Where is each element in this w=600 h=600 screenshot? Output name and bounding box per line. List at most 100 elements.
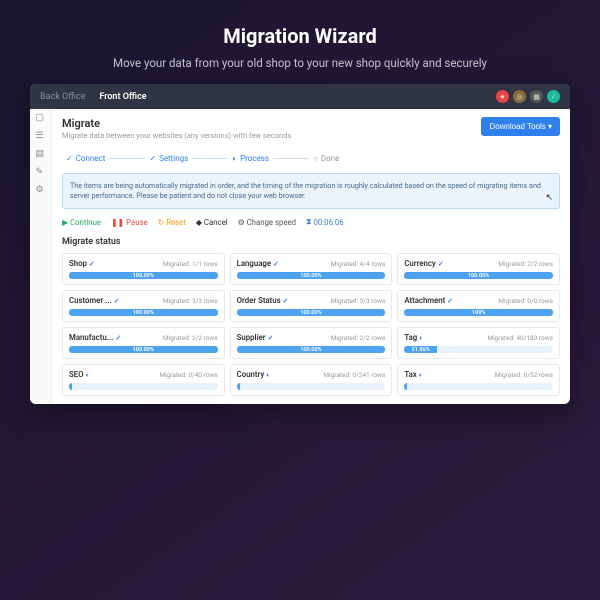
card-title: Tag ◐ bbox=[404, 333, 423, 342]
check-icon: ✓ bbox=[89, 260, 95, 268]
check-icon: ✓ bbox=[149, 154, 156, 163]
card-title: Manufactu... ✓ bbox=[69, 333, 121, 342]
status-card: Attachment ✓ Migrated: 0/0 rows 100% bbox=[397, 290, 560, 322]
grid-icon[interactable]: ▦ bbox=[530, 90, 543, 103]
status-card: Supplier ✓ Migrated: 2/2 rows 100.00% bbox=[230, 327, 393, 359]
elapsed-time: ⧗ 00:06:06 bbox=[306, 217, 344, 227]
status-card: Currency ✓ Migrated: 2/2 rows 100.00% bbox=[397, 253, 560, 285]
card-title: Language ✓ bbox=[237, 259, 279, 268]
status-grid: Shop ✓Migrated: 1/1 rows100.00%Language … bbox=[62, 253, 560, 396]
spinner-icon: ◐ bbox=[419, 334, 423, 342]
cursor-icon: ↖ bbox=[545, 192, 553, 205]
progress-bar: 21.86% bbox=[404, 346, 553, 353]
page-subtitle: Migrate data between your websites (any … bbox=[62, 131, 291, 140]
card-meta: Migrated: 2/2 rows bbox=[163, 334, 218, 342]
card-meta: Migrated: 4/4 rows bbox=[331, 260, 386, 268]
card-title: Tax ◐ bbox=[404, 370, 423, 379]
card-title: Country ◐ bbox=[237, 370, 271, 379]
card-meta: Migrated: 40/183 rows bbox=[487, 334, 553, 342]
progress-bar bbox=[69, 383, 218, 390]
spinner-icon: ◐ bbox=[266, 371, 270, 379]
progress-bar: 100.00% bbox=[69, 309, 218, 316]
cancel-button[interactable]: ◆ Cancel bbox=[196, 218, 228, 227]
card-meta: Migrated: 0/0 rows bbox=[498, 297, 553, 305]
check-icon: ✓ bbox=[447, 297, 453, 305]
status-card: Country ◐ Migrated: 0/241 rows bbox=[230, 364, 393, 396]
list-icon[interactable]: ☰ bbox=[36, 131, 46, 141]
content-area: ▢ ☰ ▤ ✎ ⚙ Migrate Migrate data between y… bbox=[30, 109, 570, 404]
progress-bar: 100% bbox=[404, 309, 553, 316]
status-card: Order Status ✓ Migrated: 3/3 rows 100.00% bbox=[230, 290, 393, 322]
step-process: ◐Process bbox=[232, 154, 269, 163]
app-window: Back Office Front Office ★ ◎ ▦ ✓ ▢ ☰ ▤ ✎… bbox=[30, 84, 570, 404]
card-title: Supplier ✓ bbox=[237, 333, 274, 342]
star-icon[interactable]: ★ bbox=[496, 90, 509, 103]
gear-icon[interactable]: ⚙ bbox=[36, 185, 46, 195]
progress-bar bbox=[237, 383, 386, 390]
main-panel: Migrate Migrate data between your websit… bbox=[52, 109, 570, 404]
status-card: Customer ... ✓ Migrated: 3/3 rows 100.00% bbox=[62, 290, 225, 322]
status-card: Manufactu... ✓ Migrated: 2/2 rows 100.00% bbox=[62, 327, 225, 359]
progress-bar: 100.00% bbox=[404, 272, 553, 279]
tab-icon[interactable]: ▢ bbox=[36, 113, 46, 123]
card-meta: Migrated: 0/241 rows bbox=[323, 371, 385, 379]
card-title: Currency ✓ bbox=[404, 259, 443, 268]
page-title: Migrate bbox=[62, 117, 291, 130]
action-bar: ▶ Continue ❚❚ Pause ↻ Reset ◆ Cancel ⚙ C… bbox=[62, 215, 560, 233]
card-meta: Migrated: 3/3 rows bbox=[331, 297, 386, 305]
hero-title: Migration Wizard bbox=[20, 24, 580, 48]
check-icon: ✓ bbox=[66, 154, 73, 163]
page-header: Migrate Migrate data between your websit… bbox=[62, 117, 560, 140]
card-meta: Migrated: 0/52 rows bbox=[495, 371, 553, 379]
progress-bar: 100.00% bbox=[237, 309, 386, 316]
info-notice: The items are being automatically migrat… bbox=[62, 173, 560, 209]
tab-back-office[interactable]: Back Office bbox=[40, 92, 85, 102]
stepper: ✓Connect ✓Settings ◐Process ○Done bbox=[62, 148, 560, 169]
card-title: Order Status ✓ bbox=[237, 296, 289, 305]
card-title: Attachment ✓ bbox=[404, 296, 453, 305]
badge-icon[interactable]: ◎ bbox=[513, 90, 526, 103]
tab-front-office[interactable]: Front Office bbox=[99, 92, 146, 102]
check-icon[interactable]: ✓ bbox=[547, 90, 560, 103]
circle-icon: ○ bbox=[313, 154, 318, 163]
check-icon: ✓ bbox=[114, 297, 120, 305]
hero-subtitle: Move your data from your old shop to you… bbox=[20, 56, 580, 70]
change-speed-button[interactable]: ⚙ Change speed bbox=[238, 218, 296, 227]
calendar-icon[interactable]: ▤ bbox=[36, 149, 46, 159]
check-icon: ✓ bbox=[273, 260, 279, 268]
spinner-icon: ◐ bbox=[419, 371, 423, 379]
card-title: Customer ... ✓ bbox=[69, 296, 120, 305]
wrench-icon[interactable]: ✎ bbox=[36, 167, 46, 177]
status-card: SEO ◐ Migrated: 0/40 rows bbox=[62, 364, 225, 396]
card-meta: Migrated: 2/2 rows bbox=[331, 334, 386, 342]
card-title: Shop ✓ bbox=[69, 259, 95, 268]
download-tools-button[interactable]: Download Tools ▾ bbox=[481, 117, 560, 136]
progress-bar: 100.00% bbox=[69, 272, 218, 279]
card-meta: Migrated: 3/3 rows bbox=[163, 297, 218, 305]
status-card: Tax ◐ Migrated: 0/52 rows bbox=[397, 364, 560, 396]
status-title: Migrate status bbox=[62, 237, 560, 247]
sidebar: ▢ ☰ ▤ ✎ ⚙ bbox=[30, 109, 52, 404]
card-meta: Migrated: 2/2 rows bbox=[498, 260, 553, 268]
card-meta: Migrated: 1/1 rows bbox=[163, 260, 218, 268]
progress-bar bbox=[404, 383, 553, 390]
step-connect: ✓Connect bbox=[66, 154, 105, 163]
pause-button[interactable]: ❚❚ Pause bbox=[111, 218, 148, 227]
check-icon: ✓ bbox=[283, 297, 289, 305]
status-card: Language ✓ Migrated: 4/4 rows 100.00% bbox=[230, 253, 393, 285]
card-meta: Migrated: 0/40 rows bbox=[159, 371, 217, 379]
continue-button[interactable]: ▶ Continue bbox=[62, 218, 101, 227]
hero: Migration Wizard Move your data from you… bbox=[0, 0, 600, 84]
topbar: Back Office Front Office ★ ◎ ▦ ✓ bbox=[30, 84, 570, 109]
reset-button[interactable]: ↻ Reset bbox=[158, 218, 186, 227]
spinner-icon: ◐ bbox=[86, 371, 90, 379]
spinner-icon: ◐ bbox=[232, 154, 237, 163]
check-icon: ✓ bbox=[115, 334, 121, 342]
status-card: Tag ◐ Migrated: 40/183 rows 21.86% bbox=[397, 327, 560, 359]
progress-bar: 100.00% bbox=[237, 346, 386, 353]
progress-bar: 100.00% bbox=[237, 272, 386, 279]
card-title: SEO ◐ bbox=[69, 370, 90, 379]
progress-bar: 100.00% bbox=[69, 346, 218, 353]
step-settings: ✓Settings bbox=[149, 154, 188, 163]
check-icon: ✓ bbox=[438, 260, 444, 268]
